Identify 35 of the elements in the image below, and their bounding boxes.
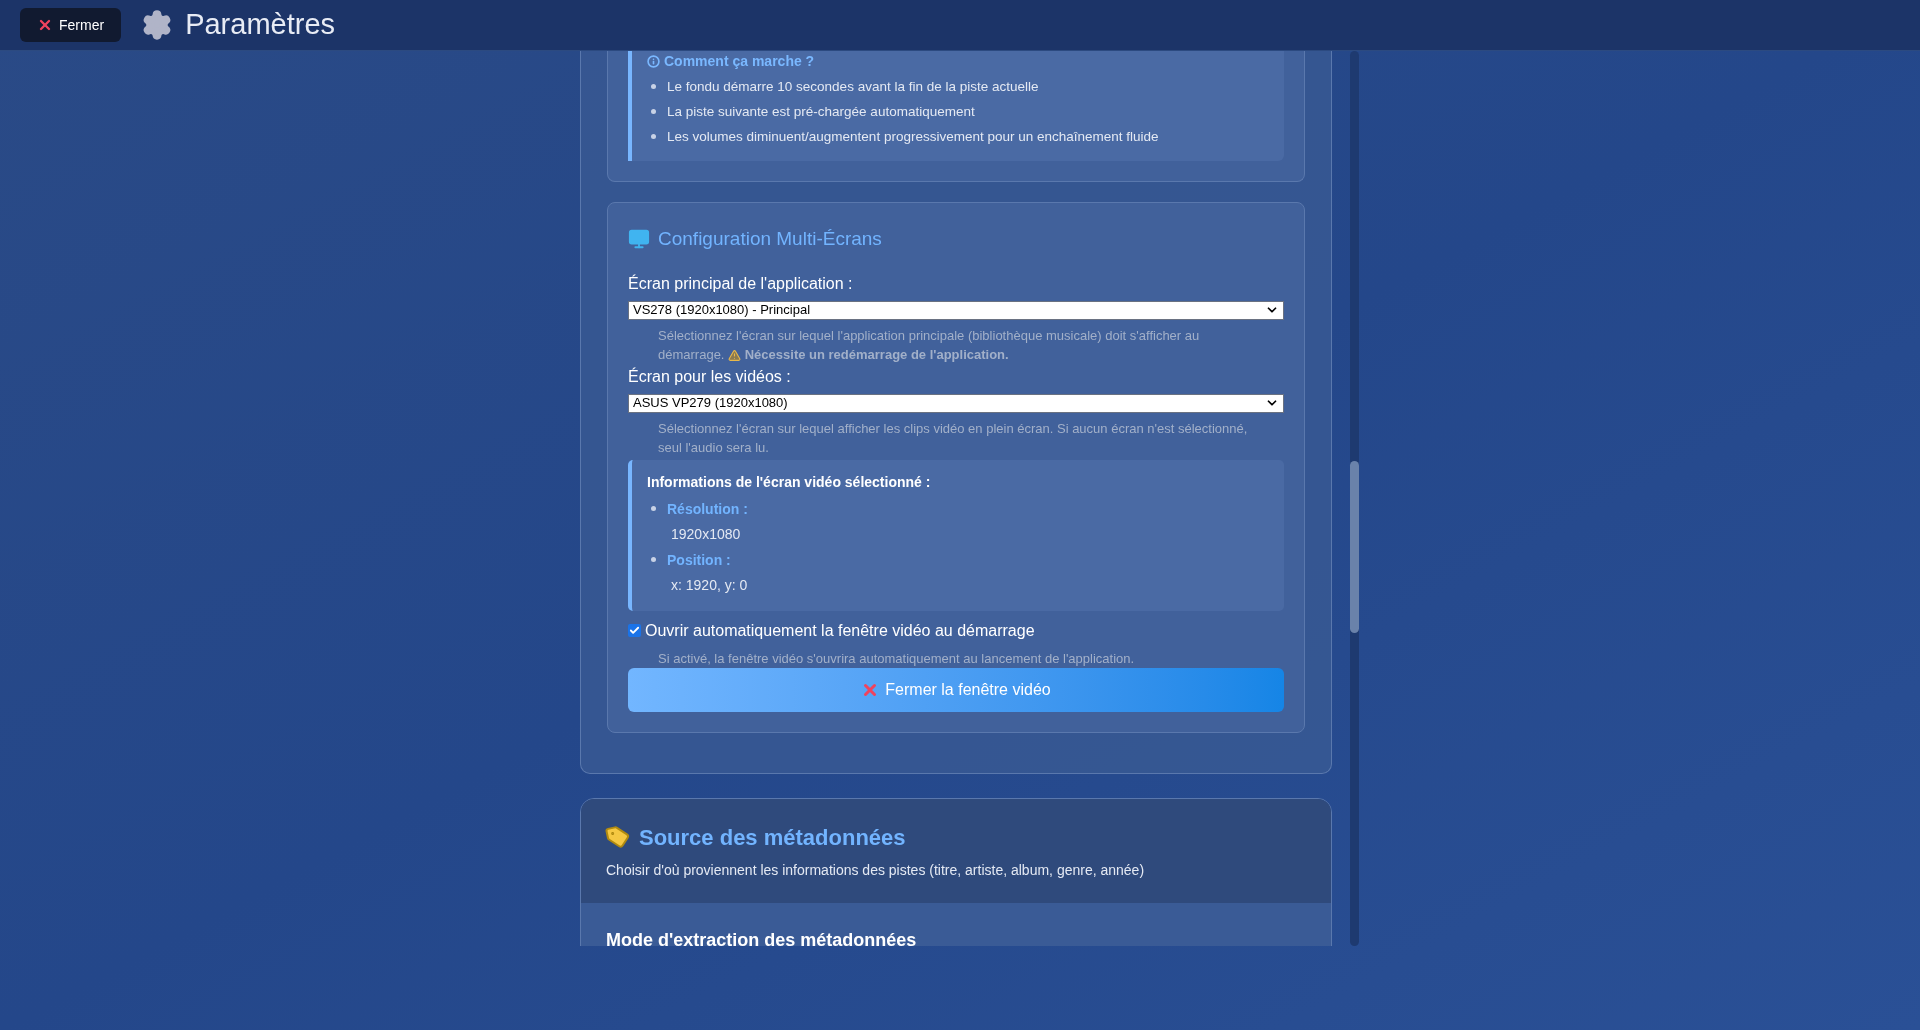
section-title: Configuration Multi-Écrans — [658, 227, 882, 251]
help-text: Sélectionnez l'écran sur lequel afficher les clips vidéo en plein écran. Si aucun écran n'est sélectionné, seul l'audio sera lu. — [657, 419, 1249, 457]
bullet-icon — [651, 506, 656, 511]
help-text: Si activé, la fenêtre vidéo s'ouvrira automatiquement au lancement de l'application. — [657, 649, 1136, 668]
bullet-icon — [651, 557, 656, 562]
scrollbar-thumb[interactable] — [1350, 461, 1359, 633]
info-title: Informations de l'écran vidéo sélectionné : — [647, 472, 932, 492]
info-item: La piste suivante est pré-chargée automatiquement — [667, 103, 975, 121]
info-icon — [647, 55, 660, 68]
auto-open-checkbox[interactable] — [628, 624, 641, 637]
info-item: Les volumes diminuent/augmentent progressivement pour un enchaînement fluide — [667, 128, 1159, 146]
field-label: Écran pour les vidéos : — [628, 366, 792, 387]
monitor-icon — [628, 228, 650, 251]
info-label: Position : — [667, 550, 731, 570]
section-title: Source des métadonnées — [639, 823, 906, 852]
screen-dropdown[interactable]: ASUS VP279 (1920x1080) — [628, 393, 1284, 413]
warning-icon — [728, 348, 742, 362]
info-value: x: 1920, y: 0 — [670, 575, 749, 595]
checkbox-label: Ouvrir automatiquement la fenêtre vidéo au démarrage — [645, 620, 1035, 641]
info-title: Comment ça marche ? — [664, 52, 815, 71]
info-item: Le fondu démarre 10 secondes avant la fin de la piste actuelle — [667, 78, 1039, 96]
bullet-icon — [651, 109, 656, 114]
info-value: 1920x1080 — [670, 524, 742, 544]
info-label: Résolution : — [667, 499, 748, 519]
help-text: Sélectionnez l'écran sur lequel l'application principale (bibliothèque musicale) doit s'afficher au démarrage. Nécessite un redémarrage de l'application. — [657, 326, 1201, 364]
section-subtitle: Choisir d'où proviennent les informations des pistes (titre, artiste, album, genre, année) — [606, 860, 1146, 880]
bullet-icon — [651, 84, 656, 89]
subsection-title: Mode d'extraction des métadonnées — [606, 928, 918, 946]
close-button[interactable]: Fermer — [20, 8, 122, 42]
close-icon — [37, 17, 53, 33]
scrollbar[interactable] — [1350, 51, 1359, 946]
page-title: Paramètres — [185, 7, 335, 43]
field-label: Écran principal de l'application : — [628, 273, 854, 294]
screen-dropdown[interactable]: VS278 (1920x1080) - Principal — [628, 300, 1284, 320]
bullet-icon — [651, 134, 656, 139]
